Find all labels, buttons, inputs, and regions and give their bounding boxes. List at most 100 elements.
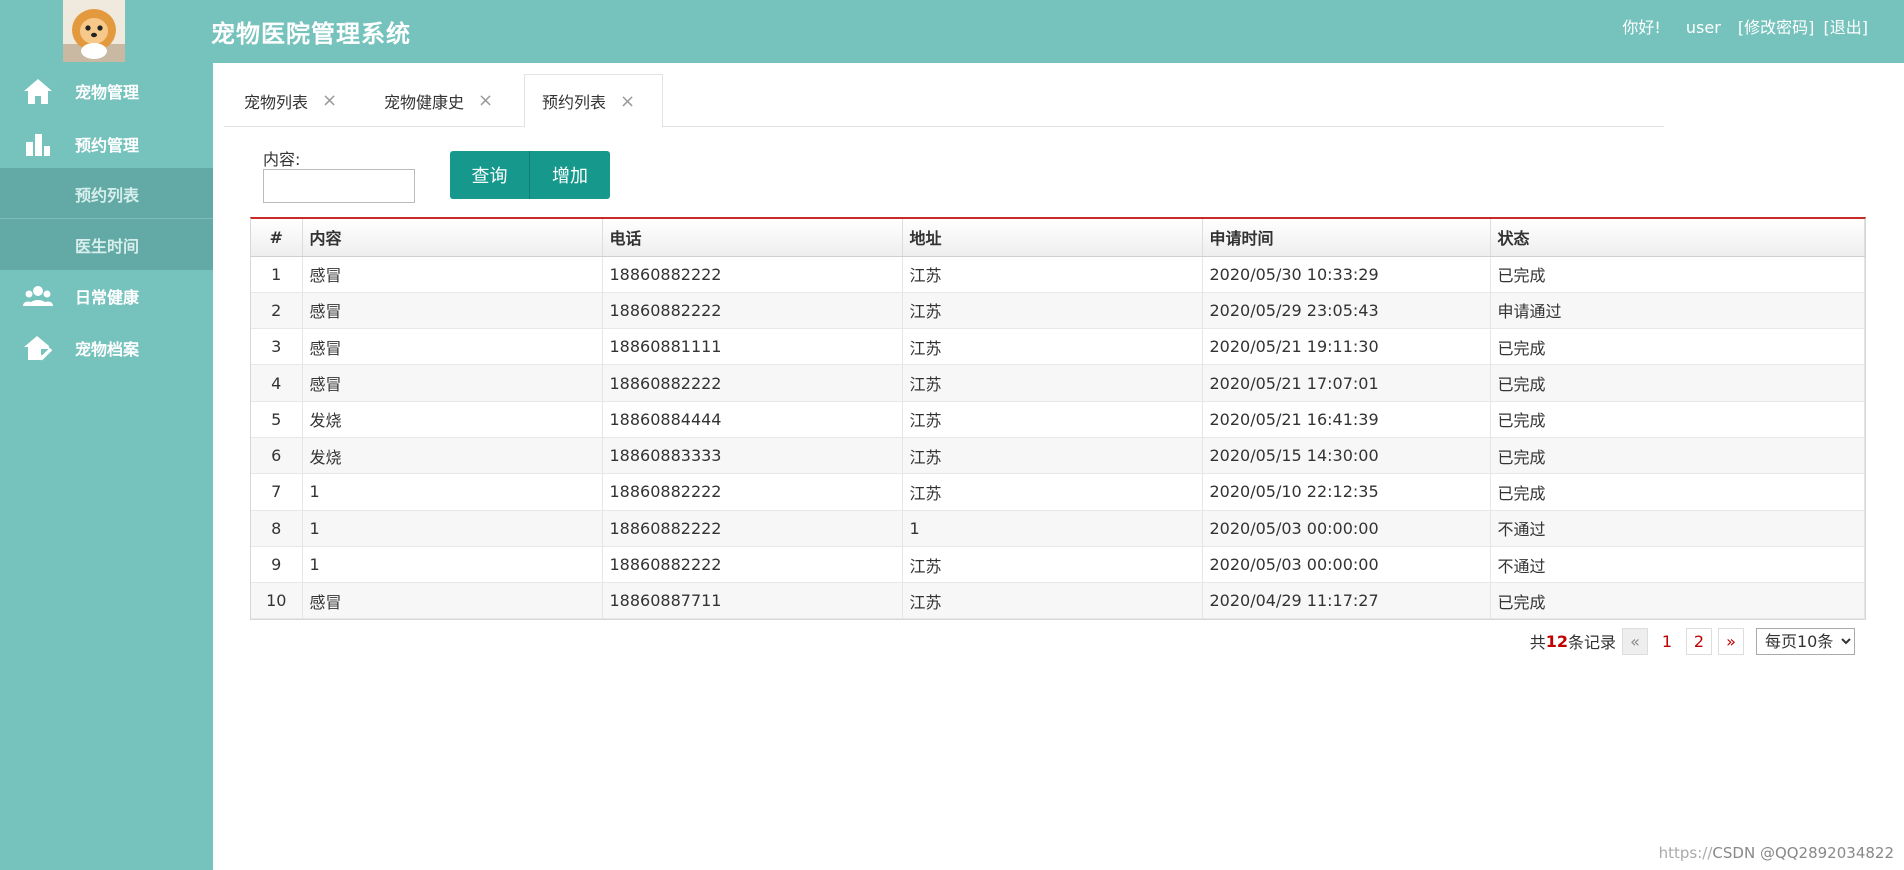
cell-content: 1 bbox=[302, 473, 603, 511]
logout-link[interactable]: [退出] bbox=[1824, 18, 1869, 37]
cell-status: 已完成 bbox=[1490, 364, 1865, 402]
sidebar-subitem-label: 预约列表 bbox=[75, 186, 140, 205]
cell-index: 1 bbox=[251, 256, 303, 293]
watermark-text: CSDN @QQ2892034822 bbox=[1712, 844, 1894, 862]
cell-content: 发烧 bbox=[302, 401, 603, 438]
tab-label: 宠物健康史 bbox=[384, 92, 465, 112]
prev-page-button[interactable]: « bbox=[1622, 627, 1648, 655]
table-row[interactable]: 6 发烧 18860883333 江苏 2020/05/15 14:30:00 已完成 bbox=[251, 437, 1865, 475]
pet-avatar-logo bbox=[63, 0, 125, 62]
cell-status: 已完成 bbox=[1490, 401, 1865, 438]
sidebar-subitem-label: 医生时间 bbox=[75, 237, 140, 256]
cell-content: 感冒 bbox=[302, 328, 603, 366]
user-area: 你好! user [修改密码] [退出] bbox=[1618, 14, 1868, 38]
cell-address: 江苏 bbox=[902, 256, 1203, 293]
table-header-row: # 内容 电话 地址 申请时间 状态 bbox=[251, 219, 1865, 257]
cell-apply-time: 2020/05/03 00:00:00 bbox=[1202, 510, 1491, 547]
table-row[interactable]: 4 感冒 18860882222 江苏 2020/05/21 17:07:01 已完成 bbox=[251, 364, 1865, 402]
table-row[interactable]: 10 感冒 18860887711 江苏 2020/04/29 11:17:27 已完成 bbox=[251, 582, 1865, 620]
cell-index: 6 bbox=[251, 437, 303, 475]
query-button[interactable]: 查询 bbox=[450, 151, 530, 199]
cell-status: 申请通过 bbox=[1490, 292, 1865, 330]
table-row[interactable]: 7 1 18860882222 江苏 2020/05/10 22:12:35 已完成 bbox=[251, 473, 1865, 511]
cell-address: 江苏 bbox=[902, 292, 1203, 330]
cell-apply-time: 2020/05/30 10:33:29 bbox=[1202, 256, 1491, 293]
cell-address: 江苏 bbox=[902, 328, 1203, 366]
sidebar-subitem-doctor-time[interactable]: 医生时间 bbox=[0, 219, 213, 270]
content-search-label: 内容: bbox=[263, 150, 301, 169]
cell-address: 1 bbox=[902, 510, 1203, 547]
tab-label: 宠物列表 bbox=[244, 92, 309, 112]
content-search-input[interactable] bbox=[263, 169, 415, 203]
cell-index: 10 bbox=[251, 582, 303, 620]
cell-content: 1 bbox=[302, 546, 603, 584]
cell-apply-time: 2020/05/29 23:05:43 bbox=[1202, 292, 1491, 330]
cell-phone: 18860887711 bbox=[602, 582, 903, 620]
watermark: https://CSDN @QQ2892034822 bbox=[1659, 844, 1894, 862]
cell-content: 1 bbox=[302, 510, 603, 547]
cell-content: 感冒 bbox=[302, 364, 603, 402]
next-page-button[interactable]: » bbox=[1718, 627, 1744, 655]
cell-index: 5 bbox=[251, 401, 303, 438]
table-row[interactable]: 3 感冒 18860881111 江苏 2020/05/21 19:11:30 已完成 bbox=[251, 328, 1865, 366]
close-icon[interactable]: × bbox=[620, 91, 635, 112]
cell-apply-time: 2020/05/21 17:07:01 bbox=[1202, 364, 1491, 402]
close-icon[interactable]: × bbox=[478, 90, 493, 111]
sidebar-item-label: 日常健康 bbox=[75, 288, 140, 307]
page-size-select[interactable]: 每页10条 bbox=[1756, 627, 1855, 655]
cell-apply-time: 2020/05/10 22:12:35 bbox=[1202, 473, 1491, 511]
table-row[interactable]: 9 1 18860882222 江苏 2020/05/03 00:00:00 不通过 bbox=[251, 546, 1865, 584]
cell-index: 8 bbox=[251, 510, 303, 547]
cell-phone: 18860884444 bbox=[602, 401, 903, 438]
cell-status: 已完成 bbox=[1490, 256, 1865, 293]
tab-pet-list[interactable]: 宠物列表 × bbox=[244, 74, 337, 127]
top-header: 宠物医院管理系统 你好! user [修改密码] [退出] bbox=[0, 0, 1904, 63]
cell-index: 9 bbox=[251, 546, 303, 584]
cell-content: 感冒 bbox=[302, 256, 603, 293]
table-row[interactable]: 5 发烧 18860884444 江苏 2020/05/21 16:41:39 已完成 bbox=[251, 401, 1865, 438]
sidebar-item-appointment-management[interactable]: 预约管理 bbox=[0, 118, 213, 170]
column-header-apply-time: 申请时间 bbox=[1202, 219, 1491, 257]
cell-index: 7 bbox=[251, 473, 303, 511]
house-check-icon bbox=[22, 332, 54, 364]
cell-status: 已完成 bbox=[1490, 582, 1865, 620]
cell-index: 3 bbox=[251, 328, 303, 366]
tab-bar: 宠物列表 × 宠物健康史 × 预约列表 × bbox=[224, 74, 1664, 128]
cell-content: 发烧 bbox=[302, 437, 603, 475]
username-text: user bbox=[1685, 18, 1721, 37]
cell-phone: 18860882222 bbox=[602, 292, 903, 330]
cell-index: 2 bbox=[251, 292, 303, 330]
sidebar-item-pet-management[interactable]: 宠物管理 bbox=[0, 65, 213, 117]
table-row[interactable]: 1 感冒 18860882222 江苏 2020/05/30 10:33:29 已完成 bbox=[251, 256, 1865, 293]
sidebar-item-pet-records[interactable]: 宠物档案 bbox=[0, 322, 213, 374]
table-row[interactable]: 2 感冒 18860882222 江苏 2020/05/29 23:05:43 申请通过 bbox=[251, 292, 1865, 330]
sidebar-item-label: 宠物档案 bbox=[75, 340, 140, 359]
change-password-link[interactable]: [修改密码] bbox=[1738, 18, 1815, 37]
tab-appointment-list[interactable]: 预约列表 × bbox=[524, 74, 663, 128]
pagination: 共 12 条记录 « 1 2 » 每页10条 bbox=[1530, 627, 1855, 655]
column-header-phone: 电话 bbox=[602, 219, 903, 257]
cell-apply-time: 2020/05/21 19:11:30 bbox=[1202, 328, 1491, 366]
add-button[interactable]: 增加 bbox=[530, 151, 610, 199]
sidebar-item-daily-health[interactable]: 日常健康 bbox=[0, 270, 213, 322]
close-icon[interactable]: × bbox=[322, 90, 337, 111]
cell-address: 江苏 bbox=[902, 364, 1203, 402]
column-header-status: 状态 bbox=[1490, 219, 1865, 257]
cell-address: 江苏 bbox=[902, 473, 1203, 511]
column-header-address: 地址 bbox=[902, 219, 1203, 257]
app-title: 宠物医院管理系统 bbox=[211, 20, 411, 48]
table-row[interactable]: 8 1 18860882222 1 2020/05/03 00:00:00 不通过 bbox=[251, 510, 1865, 547]
cell-phone: 18860881111 bbox=[602, 328, 903, 366]
page-2-link[interactable]: 2 bbox=[1686, 627, 1712, 655]
cell-phone: 18860882222 bbox=[602, 510, 903, 547]
home-icon bbox=[22, 75, 54, 107]
page-1-link[interactable]: 1 bbox=[1654, 627, 1680, 655]
cell-address: 江苏 bbox=[902, 582, 1203, 620]
cell-address: 江苏 bbox=[902, 546, 1203, 584]
column-header-content: 内容 bbox=[302, 219, 603, 257]
sidebar-subitem-appointment-list[interactable]: 预约列表 bbox=[0, 168, 213, 219]
appointment-table: # 内容 电话 地址 申请时间 状态 1 感冒 18860882222 江苏 2020/… bbox=[250, 217, 1866, 620]
tab-pet-health-history[interactable]: 宠物健康史 × bbox=[384, 74, 493, 127]
cell-content: 感冒 bbox=[302, 582, 603, 620]
sidebar: 宠物管理 预约管理 预约列表 医生时间 日常健康 宠物档案 bbox=[0, 63, 213, 870]
